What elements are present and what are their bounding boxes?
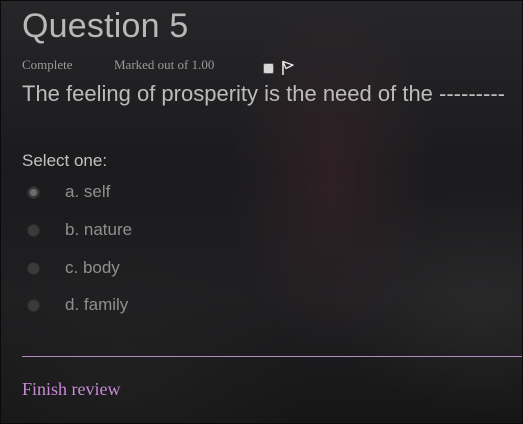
answer-option-b[interactable]: b. nature — [27, 218, 132, 242]
answer-option-c[interactable]: c. body — [27, 256, 120, 280]
select-one-prompt: Select one: — [22, 151, 108, 170]
answer-option-d[interactable]: d. family — [27, 293, 128, 317]
question-panel: Question 5 Complete Marked out of 1.00 T… — [0, 0, 523, 424]
flag-checkbox[interactable] — [263, 63, 274, 74]
question-title: Question 5 — [22, 7, 189, 45]
radio-button-d[interactable] — [27, 298, 40, 312]
answer-label-a: a. self — [65, 182, 111, 201]
answer-label-d: d. family — [65, 295, 129, 314]
question-grade: Marked out of 1.00 — [114, 57, 215, 72]
answer-option-a[interactable]: a. self — [27, 180, 110, 204]
radio-button-b[interactable] — [27, 223, 40, 237]
answer-label-b: b. nature — [65, 220, 133, 239]
radio-button-c[interactable] — [27, 261, 40, 275]
divider — [22, 356, 522, 357]
finish-review-link[interactable]: Finish review — [22, 379, 121, 400]
flag-icon[interactable] — [281, 60, 295, 76]
question-text: The feeling of prosperity is the need of… — [22, 81, 505, 106]
answer-label-c: c. body — [65, 258, 120, 277]
question-state: Complete — [22, 57, 73, 72]
radio-button-a[interactable] — [27, 185, 40, 199]
